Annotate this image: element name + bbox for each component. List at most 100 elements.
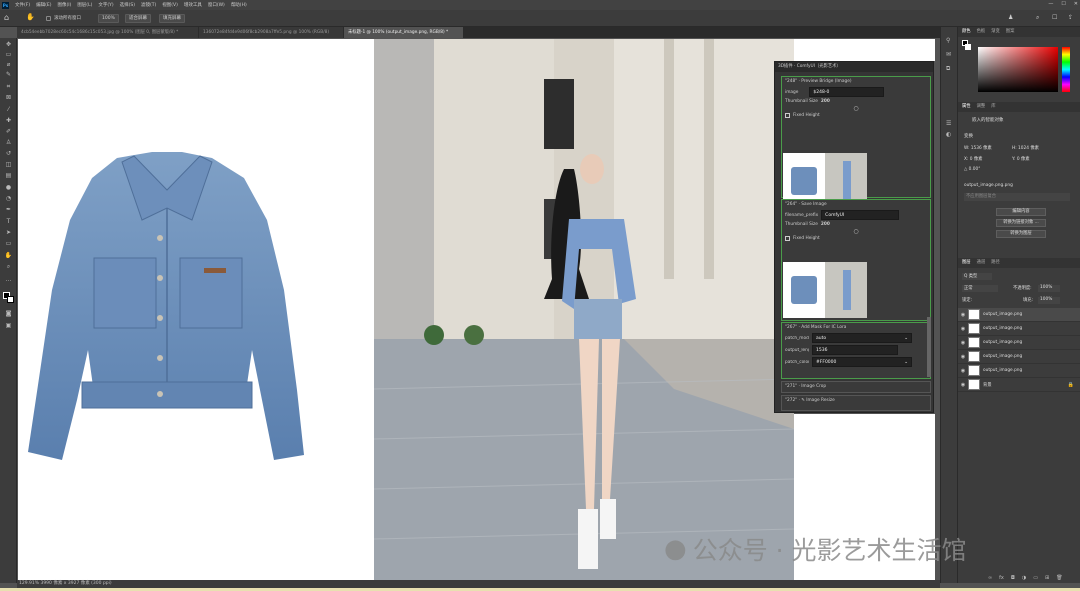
blur-tool-icon[interactable]: ● bbox=[4, 184, 13, 192]
eye-icon[interactable]: ◉ bbox=[958, 382, 968, 388]
fill-screen-button[interactable]: 填充屏幕 bbox=[159, 14, 185, 23]
crop-tool-icon[interactable]: ⌗ bbox=[4, 83, 13, 91]
background-layer-row[interactable]: ◉ 背景 🔒 bbox=[958, 378, 1080, 392]
tab-layers[interactable]: 图层 bbox=[962, 258, 971, 268]
eyedropper-tool-icon[interactable]: ⁄ bbox=[4, 106, 13, 114]
share-out-icon[interactable]: ⇪ bbox=[1068, 14, 1073, 21]
history-panel-icon[interactable]: ⚲ bbox=[946, 37, 950, 44]
adjust-panel-icon[interactable]: ◐ bbox=[946, 131, 951, 138]
eye-icon[interactable]: ◉ bbox=[958, 368, 968, 374]
path-select-tool-icon[interactable]: ➤ bbox=[4, 229, 13, 237]
healing-tool-icon[interactable]: ✚ bbox=[4, 117, 13, 125]
layer-comp-select[interactable]: 不应用图层复合 bbox=[964, 193, 1070, 201]
hue-slider[interactable] bbox=[1062, 47, 1070, 92]
image-crop-node[interactable]: "271" · Image Crop bbox=[781, 381, 931, 393]
hand-tool-icon[interactable]: ✋ bbox=[4, 252, 13, 260]
patch-color-select[interactable]: #FF0000 ⌄ bbox=[812, 357, 912, 367]
maximize-button[interactable]: ☐ bbox=[1061, 1, 1065, 7]
layer-row[interactable]: ◉ output_image.png bbox=[958, 308, 1080, 322]
edit-contents-button[interactable]: 编辑内容 bbox=[996, 208, 1046, 216]
add-mask-node[interactable]: "267" · Add Mask For IC Lora patch_mode a… bbox=[781, 322, 931, 379]
menu-plugins[interactable]: 增效工具 bbox=[181, 2, 205, 8]
fx-icon[interactable]: fx bbox=[999, 575, 1004, 581]
background-color-swatch[interactable] bbox=[7, 296, 14, 303]
menu-layer[interactable]: 图层(L) bbox=[74, 2, 95, 8]
image-field[interactable]: $248-0 bbox=[809, 87, 885, 97]
tab-document-2[interactable]: 136072e84fd4e9d06f8cb2908a7ffe5.png @ 10… bbox=[199, 27, 344, 38]
eye-icon[interactable]: ◉ bbox=[958, 312, 968, 318]
fixed-height-checkbox[interactable] bbox=[785, 236, 790, 241]
adjustment-icon[interactable]: ◑ bbox=[1022, 575, 1026, 581]
home-icon[interactable]: ⌂ bbox=[4, 13, 9, 22]
layer-row[interactable]: ◉ output_image.png bbox=[958, 364, 1080, 378]
width-value[interactable]: W: 1536 像素 bbox=[964, 145, 992, 151]
menu-edit[interactable]: 编辑(E) bbox=[33, 2, 54, 8]
pen-tool-icon[interactable]: ✒ bbox=[4, 206, 13, 214]
opacity-field[interactable]: 100% bbox=[1038, 285, 1060, 292]
hand-tool-icon[interactable]: ✋ bbox=[26, 13, 35, 21]
convert-to-layers-button[interactable]: 转换为图层 bbox=[996, 230, 1046, 238]
color-field[interactable] bbox=[978, 47, 1058, 92]
tab-properties[interactable]: 属性 bbox=[962, 102, 971, 112]
tab-gradients[interactable]: 渐变 bbox=[991, 27, 1000, 37]
folder-icon[interactable]: ▭ bbox=[1033, 575, 1038, 581]
tab-document-1[interactable]: 4cb54eebb7028ec60c54c1686c15c053.jpg @ 1… bbox=[17, 27, 199, 38]
properties-panel-icon[interactable]: ☰ bbox=[946, 120, 951, 127]
trash-icon[interactable]: 🗑 bbox=[1056, 575, 1062, 581]
shape-tool-icon[interactable]: ▭ bbox=[4, 240, 13, 248]
screen-mode-icon[interactable]: ▣ bbox=[4, 322, 13, 330]
comfy-scrollbar[interactable] bbox=[927, 317, 931, 377]
y-value[interactable]: Y: 0 像素 bbox=[1012, 156, 1030, 162]
lasso-tool-icon[interactable]: ⌀ bbox=[4, 61, 13, 69]
quick-mask-icon[interactable]: ◙ bbox=[4, 310, 13, 318]
eye-icon[interactable]: ◉ bbox=[958, 354, 968, 360]
thumbnail-slider-knob[interactable]: ○ bbox=[782, 228, 930, 235]
new-layer-icon[interactable]: ⊞ bbox=[1045, 575, 1049, 581]
workspace-icon[interactable]: ☐ bbox=[1052, 14, 1057, 21]
blend-mode-select[interactable]: 正常 bbox=[962, 285, 998, 292]
tab-paths[interactable]: 路径 bbox=[991, 258, 1000, 268]
mask-icon[interactable]: ◘ bbox=[1011, 575, 1015, 581]
thumbnail-slider-knob[interactable]: ○ bbox=[782, 105, 930, 112]
preview-bridge-node[interactable]: "248" · Preview Bridge (Image) image $248… bbox=[781, 76, 931, 209]
dodge-tool-icon[interactable]: ◔ bbox=[4, 195, 13, 203]
eye-icon[interactable]: ◉ bbox=[958, 326, 968, 332]
background-swatch[interactable] bbox=[965, 44, 971, 50]
zoom-100-button[interactable]: 100% bbox=[98, 14, 119, 23]
more-tools-icon[interactable]: … bbox=[4, 276, 13, 284]
fill-field[interactable]: 100% bbox=[1038, 297, 1060, 304]
zoom-tool-icon[interactable]: ⌕ bbox=[4, 263, 13, 271]
marquee-tool-icon[interactable]: ▭ bbox=[4, 51, 13, 59]
height-value[interactable]: H: 1024 像素 bbox=[1012, 145, 1039, 151]
menu-type[interactable]: 文字(Y) bbox=[95, 2, 116, 8]
frame-tool-icon[interactable]: ⊠ bbox=[4, 94, 13, 102]
image-resize-node[interactable]: "272" · ✎ Image Resize bbox=[781, 395, 931, 411]
search-icon[interactable]: ⌕ bbox=[1036, 14, 1039, 22]
tab-document-3[interactable]: 未标题-1 @ 100% (output_image.png, RGB/8) * bbox=[344, 27, 464, 38]
share-icon[interactable]: ♟ bbox=[1008, 14, 1013, 21]
fit-screen-button[interactable]: 适合屏幕 bbox=[125, 14, 151, 23]
move-tool-icon[interactable]: ✥ bbox=[4, 41, 13, 49]
tab-color[interactable]: 颜色 bbox=[962, 27, 971, 37]
eraser-tool-icon[interactable]: ◫ bbox=[4, 161, 13, 169]
menu-image[interactable]: 图像(I) bbox=[54, 2, 74, 8]
tab-adjustments[interactable]: 调整 bbox=[977, 102, 986, 112]
save-image-node[interactable]: "264" · Save Image filename_prefix ComfyU… bbox=[781, 199, 931, 321]
menu-view[interactable]: 视图(V) bbox=[159, 2, 181, 8]
tab-patterns[interactable]: 图案 bbox=[1006, 27, 1015, 37]
angle-value[interactable]: △ 0.00° bbox=[964, 167, 980, 172]
menu-help[interactable]: 帮助(H) bbox=[228, 2, 250, 8]
x-value[interactable]: X: 0 像素 bbox=[964, 156, 982, 162]
layer-filter-select[interactable]: Q 类型 bbox=[962, 273, 992, 280]
convert-linked-button[interactable]: 转换为链接对象 ... bbox=[996, 219, 1046, 227]
layer-row[interactable]: ◉ output_image.png bbox=[958, 336, 1080, 350]
type-tool-icon[interactable]: T bbox=[4, 218, 13, 226]
close-button[interactable]: ✕ bbox=[1074, 1, 1078, 7]
scroll-all-checkbox[interactable] bbox=[46, 16, 51, 21]
history-brush-icon[interactable]: ↺ bbox=[4, 150, 13, 158]
tab-libraries[interactable]: 库 bbox=[991, 102, 995, 112]
filename-prefix-field[interactable]: ComfyUI bbox=[821, 210, 900, 220]
output-length-field[interactable]: 1536 bbox=[812, 345, 898, 355]
eye-icon[interactable]: ◉ bbox=[958, 340, 968, 346]
patch-mode-select[interactable]: auto ⌄ bbox=[812, 333, 912, 343]
